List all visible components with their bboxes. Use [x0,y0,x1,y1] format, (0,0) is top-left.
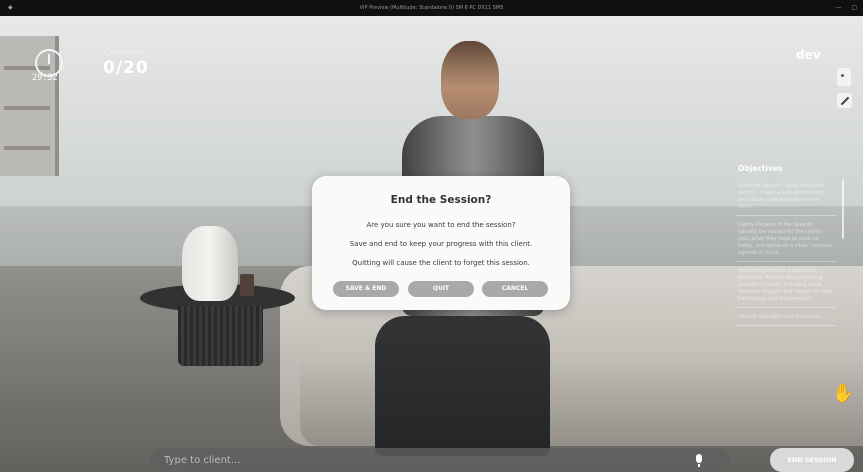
dialog-line-2: Save and end to keep your progress with … [349,240,533,248]
window-controls: — ▢ [835,0,857,16]
app-window: ◆ VIP Preview (Multitude: Standalone 0) … [0,0,863,472]
quit-button[interactable]: QUIT [408,281,474,297]
minimize-icon[interactable]: — [835,0,841,16]
3d-scene: 29:32 Questions 0/20 dev Objectives Esta… [0,16,863,472]
end-session-dialog: End the Session? Are you sure you want t… [312,176,570,310]
dialog-title: End the Session? [390,194,492,206]
title-bar: ◆ VIP Preview (Multitude: Standalone 0) … [0,0,863,16]
maximize-icon[interactable]: ▢ [851,0,857,16]
window-title: VIP Preview (Multitude: Standalone 0) SM… [359,5,504,11]
save-and-end-button[interactable]: SAVE & END [333,281,399,297]
dialog-line-3: Quitting will cause the client to forget… [352,259,530,267]
dialog-line-1: Are you sure you want to end the session… [366,221,516,229]
cancel-button[interactable]: CANCEL [482,281,548,297]
